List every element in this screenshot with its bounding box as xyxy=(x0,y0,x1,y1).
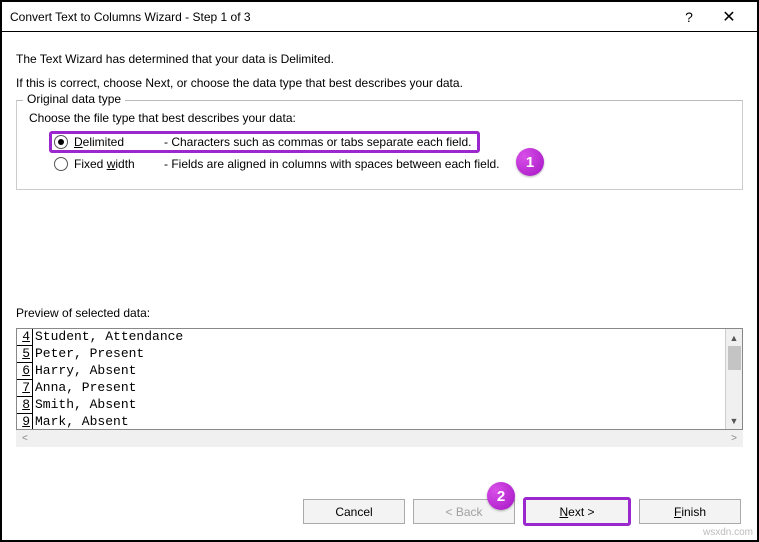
preview-row: 9Mark, Absent xyxy=(17,414,742,430)
finish-button[interactable]: Finish xyxy=(639,499,741,524)
preview-label: Preview of selected data: xyxy=(16,306,743,320)
scroll-right-icon[interactable]: > xyxy=(731,433,737,444)
radio-fixed-width-desc: - Fields are aligned in columns with spa… xyxy=(164,157,500,171)
preview-box: 4Student, Attendance 5Peter, Present 6Ha… xyxy=(16,328,743,430)
preview-row: 7Anna, Present xyxy=(17,380,742,397)
scroll-up-icon[interactable]: ▲ xyxy=(726,329,742,346)
preview-rownum: 4 xyxy=(17,329,33,346)
radio-row-fixed-width: Fixed width - Fields are aligned in colu… xyxy=(29,157,730,171)
scroll-left-icon[interactable]: < xyxy=(22,433,28,444)
close-button[interactable]: ✕ xyxy=(709,3,749,31)
preview-text: Peter, Present xyxy=(33,346,144,363)
preview-content: 4Student, Attendance 5Peter, Present 6Ha… xyxy=(17,329,742,430)
preview-row: 5Peter, Present xyxy=(17,346,742,363)
delimited-highlight: Delimited - Characters such as commas or… xyxy=(49,131,480,153)
preview-rownum: 8 xyxy=(17,397,33,414)
intro-text-1: The Text Wizard has determined that your… xyxy=(16,52,743,66)
intro-text-2: If this is correct, choose Next, or choo… xyxy=(16,76,743,90)
vertical-scrollbar[interactable]: ▲ ▼ xyxy=(725,329,742,429)
cancel-button[interactable]: Cancel xyxy=(303,499,405,524)
titlebar: Convert Text to Columns Wizard - Step 1 … xyxy=(2,2,757,32)
button-row: Cancel < Back Next > Finish xyxy=(303,497,741,526)
radio-delimited-label[interactable]: Delimited xyxy=(74,135,156,149)
window-title: Convert Text to Columns Wizard - Step 1 … xyxy=(10,10,669,24)
content-area: The Text Wizard has determined that your… xyxy=(2,32,757,451)
scroll-down-icon[interactable]: ▼ xyxy=(726,412,742,429)
preview-text: Smith, Absent xyxy=(33,397,136,414)
preview-rownum: 5 xyxy=(17,346,33,363)
annotation-badge-2: 2 xyxy=(487,482,515,510)
horizontal-scrollbar[interactable]: < > xyxy=(16,430,743,447)
choose-file-type-label: Choose the file type that best describes… xyxy=(29,111,730,125)
preview-text: Anna, Present xyxy=(33,380,136,397)
preview-rownum: 6 xyxy=(17,363,33,380)
next-button[interactable]: Next > xyxy=(523,497,631,526)
original-data-type-group: Original data type Choose the file type … xyxy=(16,100,743,190)
preview-text: Student, Attendance xyxy=(33,329,183,346)
annotation-badge-1: 1 xyxy=(516,148,544,176)
scroll-thumb[interactable] xyxy=(728,346,741,370)
radio-fixed-width-label[interactable]: Fixed width xyxy=(74,157,156,171)
help-button[interactable]: ? xyxy=(669,3,709,31)
preview-rownum: 7 xyxy=(17,380,33,397)
preview-row: 4Student, Attendance xyxy=(17,329,742,346)
watermark: wsxdn.com xyxy=(703,527,753,538)
wizard-window: Convert Text to Columns Wizard - Step 1 … xyxy=(0,0,759,542)
group-legend: Original data type xyxy=(23,92,125,106)
radio-fixed-width[interactable] xyxy=(54,157,68,171)
preview-rownum: 9 xyxy=(17,414,33,430)
preview-text: Harry, Absent xyxy=(33,363,136,380)
preview-text: Mark, Absent xyxy=(33,414,129,430)
radio-delimited[interactable] xyxy=(54,135,68,149)
radio-delimited-desc: - Characters such as commas or tabs sepa… xyxy=(164,135,471,149)
preview-row: 6Harry, Absent xyxy=(17,363,742,380)
radio-row-delimited: Delimited - Characters such as commas or… xyxy=(29,131,730,153)
preview-row: 8Smith, Absent xyxy=(17,397,742,414)
